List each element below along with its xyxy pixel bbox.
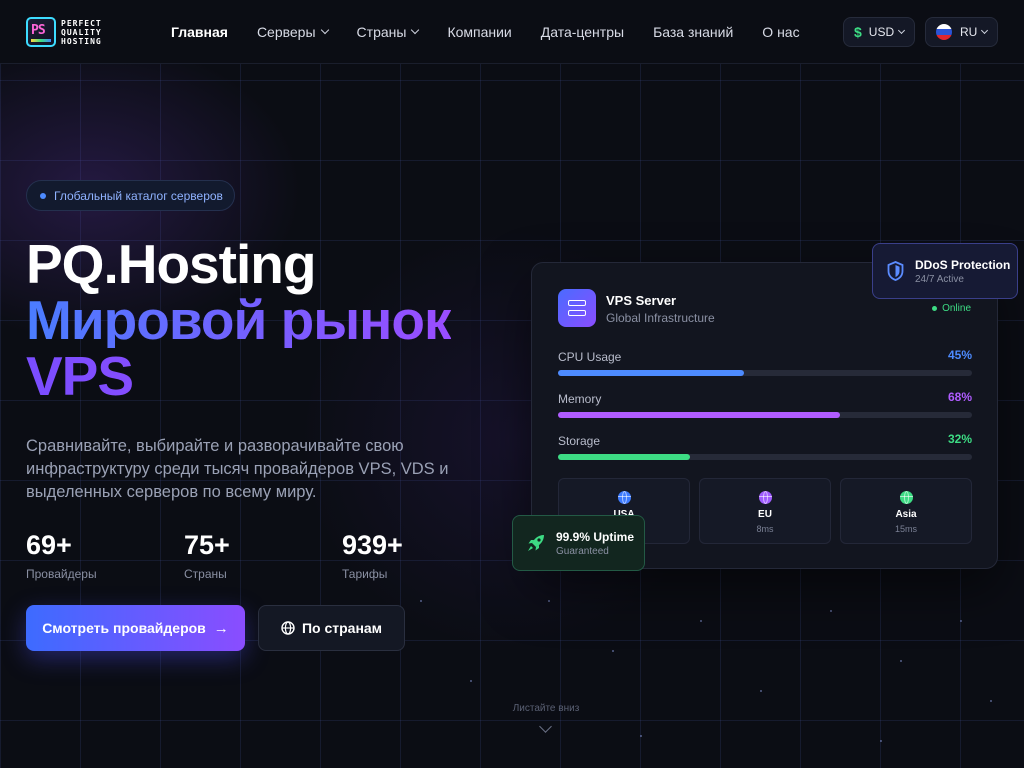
dollar-icon: $ [854,24,862,40]
nav-item-companies[interactable]: Компании [447,22,511,42]
stat-label: Тарифы [342,567,388,581]
stat-label: Страны [184,567,227,581]
nav-item-label: Главная [171,24,228,40]
status-dot-icon [932,306,938,311]
ddos-protection-card: DDoS Protection 24/7 Active [872,243,1018,299]
hero-title: PQ.Hosting Мировой рынок VPS [26,233,452,404]
stat-providers: 69+ Провайдеры [26,530,97,581]
uptime-subtitle: Guaranteed [556,545,609,557]
nav-item-countries[interactable]: Страны [356,22,420,42]
hero-badge-text: Глобальный каталог серверов [54,188,223,203]
nav-item-label: Страны [356,24,407,40]
logo-line: PERFECT [61,18,102,28]
globe-icon [618,491,631,504]
logo-mark-text: PS [31,23,46,38]
region-eu[interactable]: EU 8ms [699,478,831,544]
chevron-down-icon [411,25,420,35]
nav-item-label: База знаний [653,24,734,40]
region-latency: 8ms [756,524,774,534]
status-badge: Online [932,303,971,314]
rocket-icon [528,535,544,551]
dot-icon [40,192,46,199]
ddos-title: DDoS Protection [915,257,1011,272]
nav-item-label: Компании [447,24,512,40]
view-providers-button[interactable]: Смотреть провайдеров → [26,605,245,651]
nav-item-about[interactable]: О нас [762,22,799,42]
stat-value: 75+ [184,530,230,560]
stat-value: 939+ [342,530,403,560]
metric-label: CPU Usage [558,350,622,364]
metric-label: Storage [558,434,601,448]
shield-icon [887,261,904,281]
metric-label: Memory [558,392,602,406]
region-name: Asia [895,509,917,520]
stat-value: 69+ [26,530,72,560]
language-value: RU [960,25,978,39]
uptime-title: 99.9% Uptime [556,529,635,544]
server-card-title: VPS Server [606,293,677,308]
chevron-down-icon [897,26,906,34]
metric-storage: Storage 32% [558,432,972,460]
logo-line: HOSTING [61,36,102,46]
scroll-hint: Листайте вниз [512,703,580,714]
ddos-subtitle: 24/7 Active [915,273,964,285]
currency-value: USD [868,25,895,39]
language-select[interactable]: RU [925,17,998,47]
chevron-down-icon [980,26,989,34]
hero-description: Сравнивайте, выбирайте и разворачивайте … [26,437,449,501]
server-card-subtitle: Global Infrastructure [606,311,715,325]
main-nav: Главная Серверы Страны Компании Дата-цен… [171,22,829,42]
chevron-down-icon [320,25,329,35]
metric-value: 68% [947,390,972,404]
button-label: Смотреть провайдеров [42,620,206,636]
uptime-card: 99.9% Uptime Guaranteed [512,515,645,571]
nav-item-home[interactable]: Главная [171,22,228,42]
by-countries-button[interactable]: По странам [258,605,405,651]
metric-value: 32% [947,432,972,446]
stat-countries: 75+ Страны [184,530,230,581]
logo-line: QUALITY [61,27,102,37]
nav-item-knowledge-base[interactable]: База знаний [653,22,733,42]
hero-badge: Глобальный каталог серверов [26,180,235,211]
metric-cpu: CPU Usage 45% [558,348,972,376]
page: PS PERFECT QUALITY HOSTING Главная Серве… [0,0,1024,768]
metric-memory: Memory 68% [558,390,972,418]
globe-icon [759,491,772,504]
metric-value: 45% [947,348,972,362]
region-name: EU [758,509,772,520]
logo[interactable]: PS PERFECT QUALITY HOSTING [26,16,118,48]
nav-item-label: О нас [762,24,800,40]
nav-item-label: Серверы [256,24,316,40]
hero-title-line: VPS [26,348,451,404]
hero-title-line: Мировой рынок [26,289,452,351]
stat-label: Провайдеры [26,567,97,581]
nav-item-datacenters[interactable]: Дата-центры [541,22,624,42]
progress-fill [558,454,691,460]
currency-select[interactable]: $ USD [843,17,915,47]
logo-mark: PS [26,17,56,47]
button-label: По странам [301,620,383,636]
stat-tariffs: 939+ Тарифы [342,530,403,581]
header: PS PERFECT QUALITY HOSTING Главная Серве… [0,0,1024,64]
globe-icon [900,491,913,504]
russia-flag-icon [936,24,952,40]
status-text: Online [942,303,971,314]
progress-fill [558,412,840,418]
nav-item-servers[interactable]: Серверы [256,22,329,42]
progress-fill [558,370,745,376]
region-asia[interactable]: Asia 15ms [840,478,972,544]
globe-icon [281,621,295,635]
nav-item-label: Дата-центры [540,24,625,40]
region-latency: 15ms [894,524,917,534]
server-icon [558,289,596,327]
arrow-right-icon: → [213,619,229,637]
hero-title-line: PQ.Hosting [26,233,316,295]
logo-text: PERFECT QUALITY HOSTING [61,19,102,46]
